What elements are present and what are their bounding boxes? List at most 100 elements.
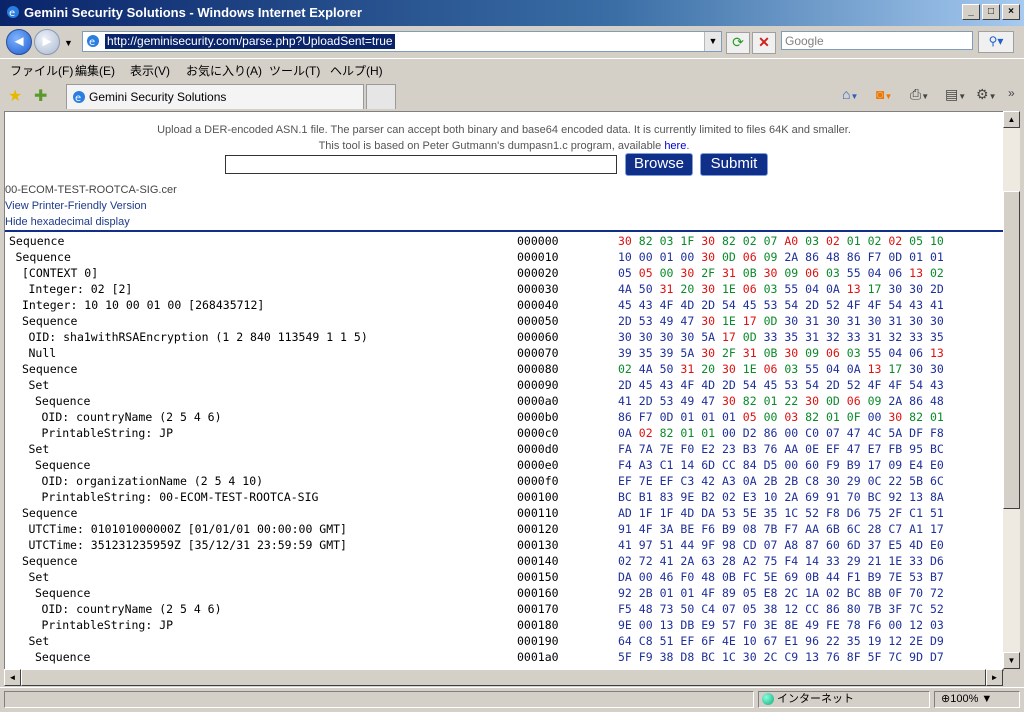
asn-row: Sequence 000010 10 00 01 00 30 0D 06 09 2A… [9,250,1003,266]
asn-structure: Sequence [15,250,71,264]
asn-hex-bytes: FA 7A 7E F0 E2 23 B3 76 AA 0E EF 47 E7 F… [618,442,944,456]
search-input[interactable]: Google [781,31,973,50]
maximize-button[interactable]: □ [982,4,1000,20]
minimize-button[interactable]: _ [962,4,980,20]
menu-help[interactable]: ヘルプ(H) [330,62,383,79]
here-link[interactable]: here [664,140,686,152]
stop-icon[interactable]: ✕ [752,32,776,54]
search-icon[interactable]: ⚲▾ [978,31,1014,53]
tab-gemini[interactable]: e Gemini Security Solutions [66,84,364,109]
menu-file[interactable]: ファイル(F) [10,62,73,79]
asn-offset: 0000d0 [517,442,559,456]
asn-offset: 000130 [517,538,559,552]
history-dropdown-icon[interactable]: ▼ [64,38,73,48]
asn-structure: PrintableString: 00-ECOM-TEST-ROOTCA-SIG [41,490,319,504]
new-tab-button[interactable] [366,84,396,109]
asn-hex-bytes: 39 35 39 5A 30 2F 31 0B 30 09 06 03 55 0… [618,346,944,360]
back-button[interactable]: ◄ [6,29,32,55]
globe-icon [762,693,774,706]
address-bar[interactable]: e http://geminisecurity.com/parse.php?Up… [82,31,722,52]
asn-hex-bytes: 64 C8 51 EF 6F 4E 10 67 E1 96 22 35 19 1… [618,634,944,648]
printer-friendly-link[interactable]: View Printer-Friendly Version [5,200,147,212]
asn-offset: 000030 [517,282,559,296]
asn-row: UTCTime: 010101000000Z [01/01/01 00:00:0… [9,522,1003,538]
home-icon[interactable]: ⌂▼ [842,86,858,102]
url-text[interactable]: http://geminisecurity.com/parse.php?Uplo… [105,34,395,49]
menu-view[interactable]: 表示(V) [130,62,170,79]
tools-gear-icon[interactable]: ⚙▼ [976,86,996,103]
file-path-input[interactable] [225,155,617,174]
zoom-icon: ⊕ [941,693,951,705]
intro-line-2: This tool is based on Peter Gutmann's du… [318,140,690,152]
asn-hex-bytes: 91 4F 3A BE F6 B9 08 7B F7 AA 6B 6C 28 C… [618,522,944,536]
asn-row: Set 000090 2D 45 43 4F 4D 2D 54 45 53 54 2… [9,378,1003,394]
page-content: Upload a DER-encoded ASN.1 file. The par… [4,111,1004,671]
asn-structure: Set [28,570,50,584]
asn-offset: 000020 [517,266,559,280]
vertical-scrollbar[interactable]: ▲ ▼ [1003,111,1020,669]
forward-button[interactable]: ► [34,29,60,55]
asn-row: Sequence 0001a0 5F F9 38 D8 BC 1C 30 2C C9… [9,650,1003,666]
asn-row: PrintableString: JP 0000c0 0A 02 82 01 01 … [9,426,1003,442]
asn-row: Sequence 0000a0 41 2D 53 49 47 30 82 01 22… [9,394,1003,410]
svg-text:e: e [75,93,81,104]
vertical-scroll-thumb[interactable] [1003,191,1020,509]
scroll-down-icon[interactable]: ▼ [1003,652,1020,669]
svg-text:e: e [9,8,15,19]
title-bar: e Gemini Security Solutions - Windows In… [0,0,1024,26]
asn-row: Integer: 10 10 00 01 00 [268435712] 00004… [9,298,1003,314]
zoom-control[interactable]: ⊕100% ▼ [934,691,1020,708]
asn-row: Sequence 0000e0 F4 A3 C1 14 6D CC 84 D5 00… [9,458,1003,474]
scroll-up-icon[interactable]: ▲ [1003,111,1020,128]
add-favorite-icon[interactable]: ✚ [34,86,47,106]
asn-hex-bytes: 41 2D 53 49 47 30 82 01 22 30 0D 06 09 2… [618,394,944,408]
feeds-icon[interactable]: ◙▼ [876,86,892,102]
asn-offset: 0000f0 [517,474,559,488]
page-icon: e [87,35,99,48]
asn-structure: Integer: 02 [2] [28,282,133,296]
asn-hex-bytes: F5 48 73 50 C4 07 05 38 12 CC 86 80 7B 3… [618,602,944,616]
asn-structure: UTCTime: 010101000000Z [01/01/01 00:00:0… [28,522,348,536]
asn-offset: 000160 [517,586,559,600]
horizontal-scroll-thumb[interactable] [21,669,986,686]
refresh-icon[interactable]: ⟳ [726,32,750,54]
asn-structure: PrintableString: JP [41,618,174,632]
asn-hex-bytes: 10 00 01 00 30 0D 06 09 2A 86 48 86 F7 0… [618,250,944,264]
asn-structure: Set [28,378,50,392]
window-title: Gemini Security Solutions - Windows Inte… [24,5,362,20]
hide-hex-link[interactable]: Hide hexadecimal display [5,216,130,228]
favorites-star-icon[interactable]: ★ [8,86,22,106]
close-button[interactable]: × [1002,4,1020,20]
print-icon[interactable]: ⎙▼ [910,86,929,103]
submit-button[interactable]: Submit [700,153,768,176]
asn-offset: 000100 [517,490,559,504]
asn-structure: Sequence [35,650,91,664]
horizontal-scrollbar[interactable]: ◄ ► [4,669,1003,686]
menu-edit[interactable]: 編集(E) [75,62,115,79]
intro-text: Upload a DER-encoded ASN.1 file. The par… [5,122,1003,154]
asn-offset: 000060 [517,330,559,344]
asn-structure: UTCTime: 351231235959Z [35/12/31 23:59:5… [28,538,348,552]
menu-bar: ファイル(F) 編集(E) 表示(V) お気に入り(A) ツール(T) ヘルプ(… [0,58,1024,82]
asn-row: OID: countryName (2 5 4 6) 000170 F5 48 73… [9,602,1003,618]
asn-row: Sequence 000080 02 4A 50 31 20 30 1E 06 03… [9,362,1003,378]
asn-structure: Null [28,346,57,360]
address-dropdown-icon[interactable]: ▼ [704,32,721,51]
asn-row: Sequence 000140 02 72 41 2A 63 28 A2 75 F4… [9,554,1003,570]
menu-favorites[interactable]: お気に入り(A) [186,62,262,79]
menu-tools[interactable]: ツール(T) [269,62,320,79]
asn-row: Set 000150 DA 00 46 F0 48 0B FC 5E 69 0B 4… [9,570,1003,586]
asn-row: Null 000070 39 35 39 5A 30 2F 31 0B 30 09 … [9,346,1003,362]
asn-hex-bytes: EF 7E EF C3 42 A3 0A 2B 2B C8 30 29 0C 2… [618,474,944,488]
page-menu-icon[interactable]: ▤▼ [945,86,966,103]
scroll-left-icon[interactable]: ◄ [4,669,21,686]
asn-structure: [CONTEXT 0] [22,266,99,280]
asn-offset: 000150 [517,570,559,584]
tab-bar: ★ ✚ e Gemini Security Solutions ⌂▼ ◙▼ ⎙▼… [0,81,1024,110]
asn-row: Sequence 000160 92 2B 01 01 4F 89 05 E8 2C… [9,586,1003,602]
browse-button[interactable]: Browse [625,153,693,176]
scroll-right-icon[interactable]: ► [986,669,1003,686]
asn-hex-bytes: 2D 53 49 47 30 1E 17 0D 30 31 30 31 30 3… [618,314,944,328]
more-chevron-icon[interactable]: » [1008,86,1015,100]
asn-structure: Integer: 10 10 00 01 00 [268435712] [22,298,265,312]
